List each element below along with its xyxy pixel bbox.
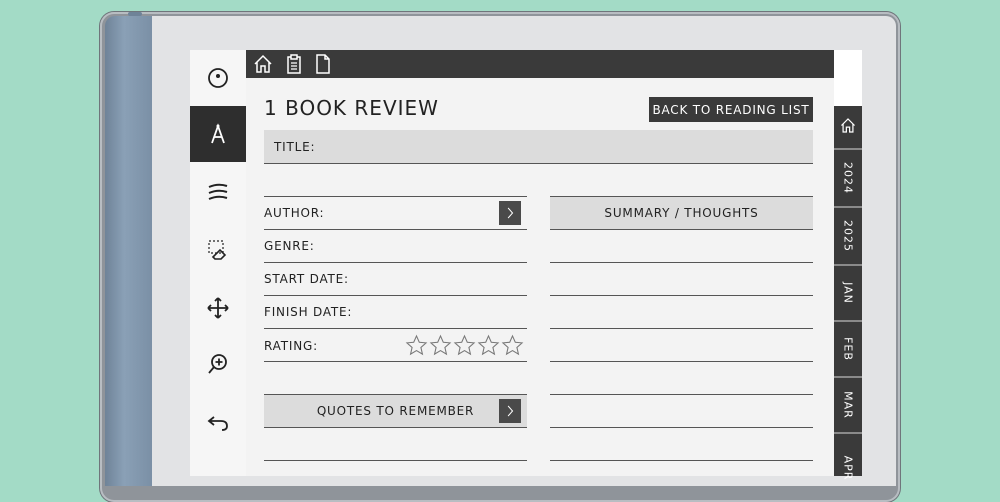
top-navigation-bar <box>246 50 834 78</box>
summary-line[interactable] <box>550 361 813 362</box>
summary-line[interactable] <box>550 295 813 296</box>
tab-jan[interactable]: JAN <box>834 266 862 320</box>
tab-label: APR <box>841 455 855 481</box>
summary-line[interactable] <box>550 427 813 428</box>
menu-lines-icon[interactable] <box>190 164 246 220</box>
title-field[interactable] <box>264 130 813 164</box>
star-icon[interactable] <box>477 334 500 357</box>
tab-2025[interactable]: 2025 <box>834 208 862 264</box>
summary-line[interactable] <box>550 262 813 263</box>
tab-label: MAR <box>841 391 855 419</box>
home-icon[interactable] <box>252 53 274 75</box>
author-line[interactable] <box>264 229 527 230</box>
tab-feb[interactable]: FEB <box>834 322 862 376</box>
clipboard-icon[interactable] <box>283 53 305 75</box>
tab-home[interactable] <box>834 106 862 148</box>
field-divider <box>264 196 527 197</box>
tab-label: 2024 <box>841 162 855 194</box>
rating-line <box>264 361 527 362</box>
quotes-arrow-button[interactable] <box>499 399 521 423</box>
chevron-right-icon <box>507 207 514 219</box>
tab-label: FEB <box>841 337 855 361</box>
zoom-in-icon[interactable] <box>190 336 246 392</box>
chevron-right-icon <box>507 405 514 417</box>
rating-label: RATING: <box>264 339 318 353</box>
tab-mar[interactable]: MAR <box>834 378 862 432</box>
circle-dot-icon[interactable] <box>190 50 246 106</box>
home-icon <box>839 117 857 138</box>
start-date-line[interactable] <box>264 295 527 296</box>
tablet-grip <box>105 16 153 486</box>
genre-label: GENRE: <box>264 239 315 253</box>
start-date-label: START DATE: <box>264 272 349 286</box>
summary-header: SUMMARY / THOUGHTS <box>550 196 813 230</box>
undo-icon[interactable] <box>190 394 246 450</box>
tab-label: 2025 <box>841 220 855 252</box>
pen-tool-icon[interactable] <box>190 106 246 162</box>
finish-date-label: FINISH DATE: <box>264 305 353 319</box>
author-label: AUTHOR: <box>264 206 325 220</box>
summary-line[interactable] <box>550 328 813 329</box>
star-icon[interactable] <box>429 334 452 357</box>
author-arrow-button[interactable] <box>499 201 521 225</box>
finish-date-line[interactable] <box>264 328 527 329</box>
move-icon[interactable] <box>190 280 246 336</box>
back-to-reading-list-button[interactable]: BACK TO READING LIST <box>649 97 813 122</box>
tab-2024[interactable]: 2024 <box>834 150 862 206</box>
rating-stars[interactable] <box>405 334 524 357</box>
genre-line[interactable] <box>264 262 527 263</box>
document-icon[interactable] <box>312 53 334 75</box>
tab-label: JAN <box>841 282 855 304</box>
eraser-icon[interactable] <box>190 222 246 278</box>
summary-line[interactable] <box>550 394 813 395</box>
quotes-header: QUOTES TO REMEMBER <box>264 394 527 428</box>
page-title: 1 BOOK REVIEW <box>264 96 439 120</box>
star-icon[interactable] <box>453 334 476 357</box>
tab-apr[interactable]: APR <box>834 434 862 480</box>
quotes-header-label: QUOTES TO REMEMBER <box>316 404 475 418</box>
quotes-line[interactable] <box>264 460 527 461</box>
star-icon[interactable] <box>405 334 428 357</box>
left-toolbar <box>190 50 246 476</box>
title-label: TITLE: <box>274 140 316 154</box>
star-icon[interactable] <box>501 334 524 357</box>
summary-line[interactable] <box>550 460 813 461</box>
summary-header-label: SUMMARY / THOUGHTS <box>604 206 759 220</box>
right-tabs-blank <box>834 50 862 106</box>
